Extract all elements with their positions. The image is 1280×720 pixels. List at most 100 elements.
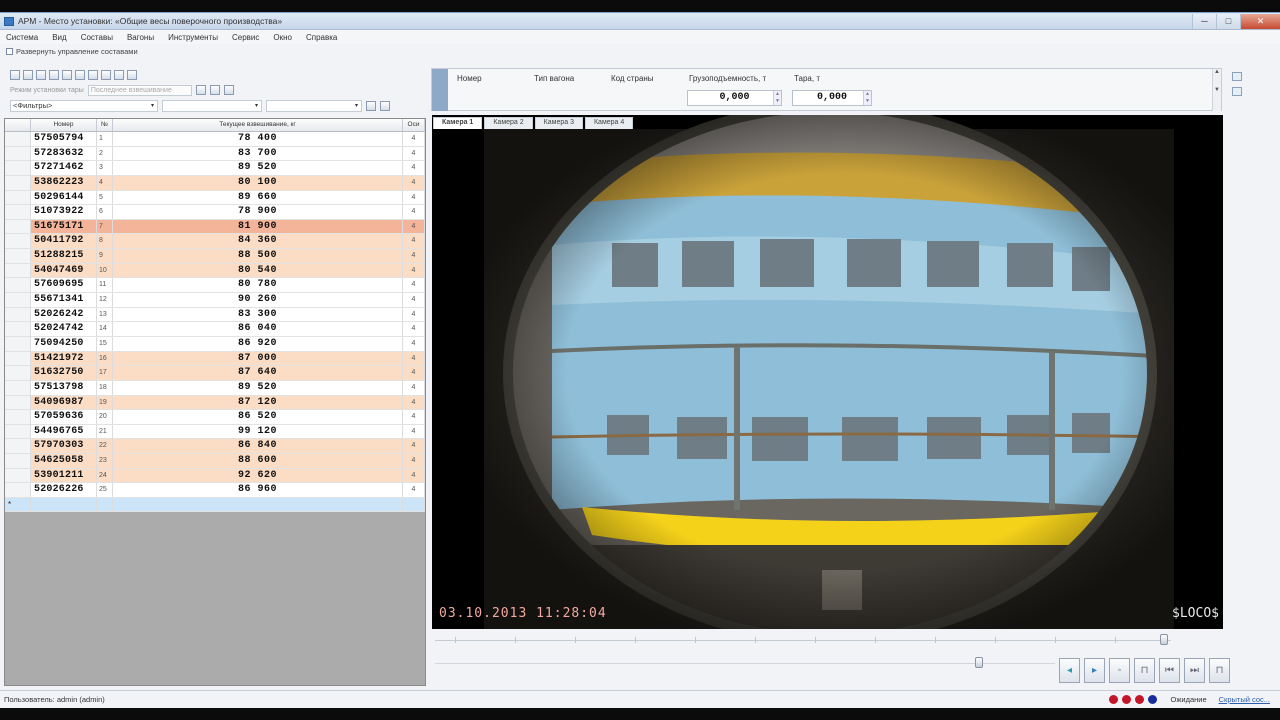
index-cell[interactable]: 20 xyxy=(97,410,113,424)
row-selector[interactable] xyxy=(5,219,31,234)
filter-select-3[interactable]: ▾ xyxy=(266,100,362,112)
weight-cell[interactable]: 87 000 xyxy=(113,351,403,366)
row-selector[interactable] xyxy=(5,395,31,410)
wagon-number-cell[interactable]: 51632750 xyxy=(31,366,97,380)
table-row[interactable]: 52024742 14 86 040 4 xyxy=(5,322,425,337)
table-row[interactable]: 57059636 20 86 520 4 xyxy=(5,410,425,425)
weight-cell[interactable]: 80 100 xyxy=(113,175,403,190)
axles-cell[interactable]: 4 xyxy=(403,351,425,366)
row-selector[interactable] xyxy=(5,278,31,293)
step-back-button[interactable]: ◂ xyxy=(1059,658,1080,683)
window-icon[interactable] xyxy=(1232,87,1242,96)
copy-icon[interactable] xyxy=(49,70,59,80)
tare-mode-select[interactable]: Последнее взвешивание xyxy=(87,84,192,96)
index-cell[interactable]: 22 xyxy=(97,439,113,454)
sort-icon[interactable] xyxy=(366,101,376,111)
weight-cell[interactable]: 84 360 xyxy=(113,234,403,249)
filter-select[interactable]: <Фильтры> ▾ xyxy=(10,100,158,112)
tab-camera-2[interactable]: Камера 2 xyxy=(484,117,533,129)
table-row[interactable]: 75094250 15 86 920 4 xyxy=(5,336,425,352)
table-row[interactable]: 57283632 2 83 700 4 xyxy=(5,146,425,162)
row-selector[interactable] xyxy=(5,424,31,439)
row-selector[interactable] xyxy=(5,146,31,161)
weight-cell[interactable]: 89 520 xyxy=(113,161,403,175)
tab-camera-3[interactable]: Камера 3 xyxy=(534,117,583,129)
skip-forward-button[interactable]: ⏭ xyxy=(1184,658,1205,683)
axles-cell[interactable]: 4 xyxy=(403,190,425,205)
index-cell[interactable]: 14 xyxy=(97,322,113,336)
index-cell[interactable]: 15 xyxy=(97,336,113,351)
axles-cell[interactable]: 4 xyxy=(403,175,425,190)
row-selector[interactable] xyxy=(5,410,31,424)
weight-cell[interactable]: 80 540 xyxy=(113,263,403,278)
wagon-number-cell[interactable]: 57609695 xyxy=(31,278,97,293)
axles-cell[interactable]: 4 xyxy=(403,249,425,263)
timeline-thumb[interactable] xyxy=(1160,634,1168,645)
filter-select-2[interactable]: ▾ xyxy=(162,100,262,112)
weight-cell[interactable]: 88 600 xyxy=(113,454,403,468)
index-cell[interactable]: 6 xyxy=(97,205,113,219)
row-selector[interactable] xyxy=(5,234,31,249)
expand-train-control[interactable]: Развернуть управление составами xyxy=(0,44,1280,58)
row-selector[interactable] xyxy=(5,336,31,351)
maximize-button[interactable]: □ xyxy=(1216,13,1240,29)
table-row[interactable]: 54096987 19 87 120 4 xyxy=(5,395,425,411)
wagon-number-cell[interactable]: 75094250 xyxy=(31,336,97,351)
table-row[interactable]: 53862223 4 80 100 4 xyxy=(5,175,425,191)
open-icon[interactable] xyxy=(23,70,33,80)
status-link[interactable]: Скрытый сос... xyxy=(1219,695,1270,704)
header-axles[interactable]: Оси xyxy=(403,119,425,131)
apply-icon[interactable] xyxy=(195,85,206,95)
row-selector[interactable] xyxy=(5,307,31,322)
weight-cell[interactable]: 90 260 xyxy=(113,293,403,307)
row-selector[interactable] xyxy=(5,468,31,483)
weight-cell[interactable]: 86 960 xyxy=(113,483,403,498)
mark-end-button[interactable]: ⊓ xyxy=(1209,658,1230,683)
table-row[interactable]: 57271462 3 89 520 4 xyxy=(5,161,425,176)
row-selector[interactable] xyxy=(5,439,31,454)
axles-cell[interactable]: 4 xyxy=(403,132,425,146)
weight-cell[interactable]: 86 920 xyxy=(113,336,403,351)
info-scrollbar[interactable]: ▲ ▼ xyxy=(1212,69,1221,111)
index-cell[interactable]: 7 xyxy=(97,219,113,234)
skip-back-button[interactable]: ⏮ xyxy=(1159,658,1180,683)
new-doc-icon[interactable] xyxy=(10,70,20,80)
capacity-spinner[interactable]: ▲ ▼ xyxy=(773,91,781,105)
index-cell[interactable]: 2 xyxy=(97,146,113,161)
table-row[interactable]: 51632750 17 87 640 4 xyxy=(5,366,425,381)
wagon-number-cell[interactable]: 57059636 xyxy=(31,410,97,424)
weight-cell[interactable]: 80 780 xyxy=(113,278,403,293)
menu-trains[interactable]: Составы xyxy=(81,33,113,42)
index-cell[interactable]: 21 xyxy=(97,424,113,439)
wagon-number-cell[interactable]: 50411792 xyxy=(31,234,97,249)
table-row[interactable]: 57513798 18 89 520 4 xyxy=(5,380,425,396)
tare-field[interactable]: 0,000 ▲ ▼ xyxy=(792,90,872,106)
index-cell[interactable]: 13 xyxy=(97,307,113,322)
wagon-number-cell[interactable]: 51675171 xyxy=(31,219,97,234)
axles-cell[interactable]: 4 xyxy=(403,146,425,161)
axles-cell[interactable]: 4 xyxy=(403,263,425,278)
axles-cell[interactable]: 4 xyxy=(403,468,425,483)
row-selector[interactable] xyxy=(5,483,31,498)
index-cell[interactable]: 8 xyxy=(97,234,113,249)
tab-camera-4[interactable]: Камера 4 xyxy=(584,117,634,129)
weight-cell[interactable]: 86 520 xyxy=(113,410,403,424)
mark-start-button[interactable]: ⊓ xyxy=(1134,658,1155,683)
index-cell[interactable]: 12 xyxy=(97,293,113,307)
menu-view[interactable]: Вид xyxy=(52,33,66,42)
wagon-number-cell[interactable]: 54625058 xyxy=(31,454,97,468)
axles-cell[interactable]: 4 xyxy=(403,395,425,410)
wagon-number-cell[interactable]: 55671341 xyxy=(31,293,97,307)
index-cell[interactable]: 4 xyxy=(97,175,113,190)
weight-cell[interactable]: 87 120 xyxy=(113,395,403,410)
wagon-number-cell[interactable]: 54496765 xyxy=(31,424,97,439)
index-cell[interactable]: 25 xyxy=(97,483,113,498)
axles-cell[interactable]: 4 xyxy=(403,205,425,219)
weight-cell[interactable]: 89 520 xyxy=(113,380,403,395)
axles-cell[interactable]: 4 xyxy=(403,483,425,498)
header-weight[interactable]: Текущее взвешивание, кг xyxy=(113,119,403,131)
row-selector[interactable] xyxy=(5,380,31,395)
lightbulb-icon[interactable] xyxy=(114,70,124,80)
index-cell[interactable]: 24 xyxy=(97,468,113,483)
wagon-number-cell[interactable]: 57283632 xyxy=(31,146,97,161)
